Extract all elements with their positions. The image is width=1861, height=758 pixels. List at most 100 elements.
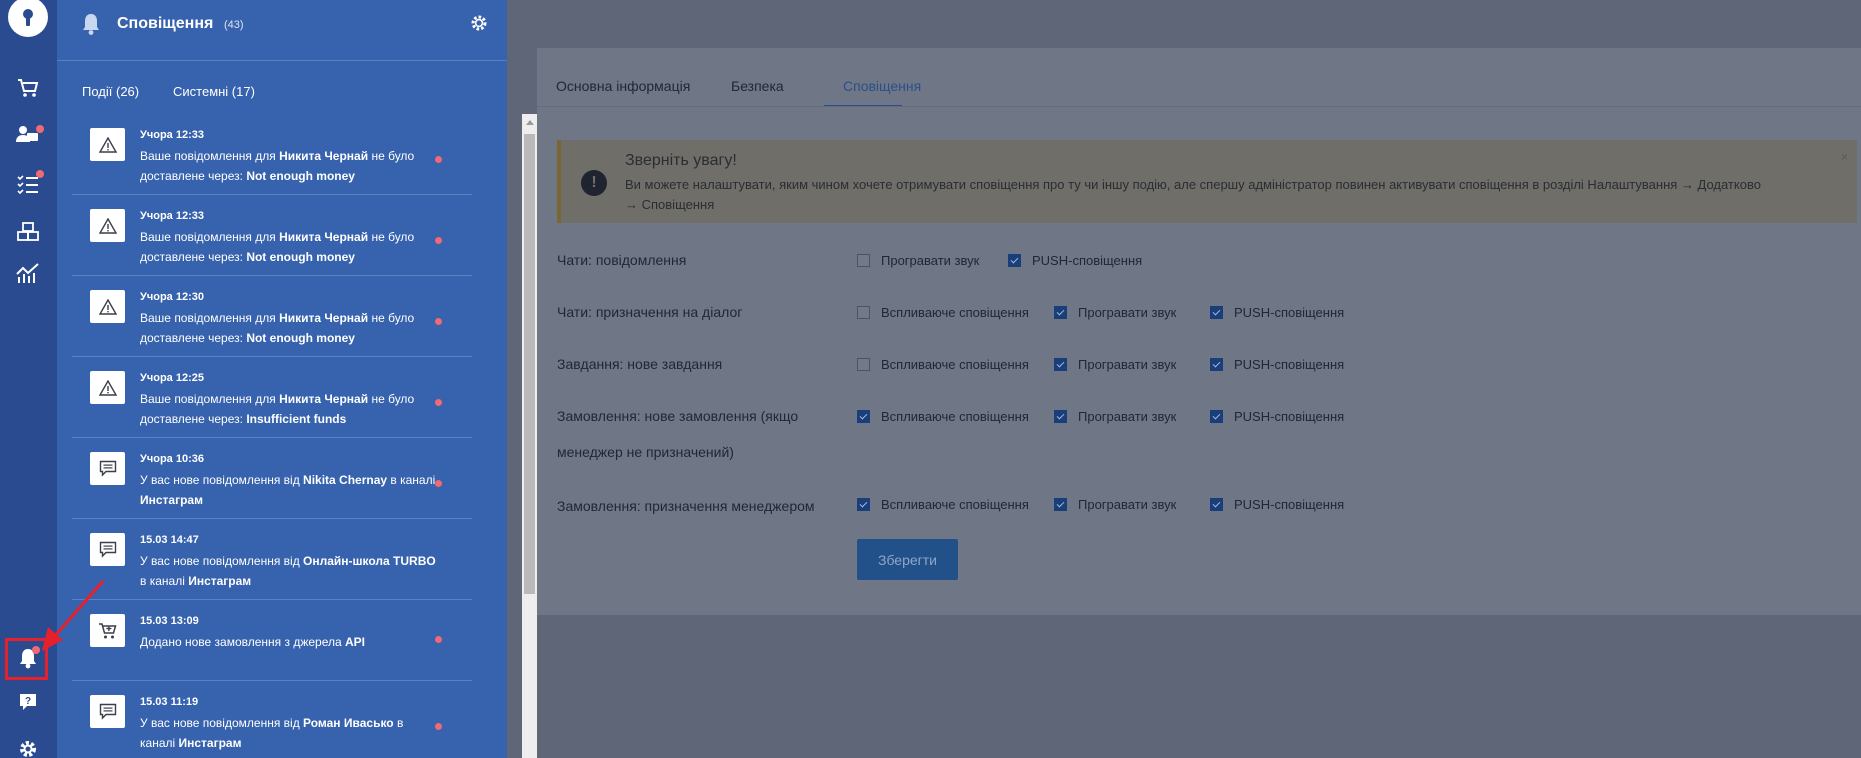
warning-icon-box [90, 371, 125, 404]
nav-warehouse[interactable] [10, 216, 46, 248]
svg-text:?: ? [25, 696, 31, 707]
warning-icon [98, 136, 117, 153]
nav-analytics[interactable] [10, 257, 46, 289]
notification-item[interactable]: Учора 12:30 Ваше повідомлення для Никита… [72, 276, 472, 357]
left-rail: ? [0, 0, 57, 758]
gear-icon[interactable] [470, 14, 488, 32]
option-new-order-push[interactable]: PUSH-сповіщення [1210, 409, 1344, 424]
notification-item[interactable]: Учора 12:33 Ваше повідомлення для Никита… [72, 114, 472, 195]
tab-events[interactable]: Події (26) [82, 84, 139, 99]
warning-icon [98, 379, 117, 396]
option-chat-messages-push[interactable]: PUSH-сповіщення [1008, 253, 1142, 268]
notification-time: Учора 12:33 [140, 210, 204, 222]
tasks-icon [17, 175, 38, 194]
notification-item[interactable]: 15.03 11:19 У вас нове повідомлення від … [72, 681, 472, 758]
option-new-task-sound[interactable]: Програвати звук [1054, 357, 1176, 372]
option-new-order-sound[interactable]: Програвати звук [1054, 409, 1176, 424]
notification-item[interactable]: Учора 12:25 Ваше повідомлення для Никита… [72, 357, 472, 438]
notification-list[interactable]: Учора 12:33 Ваше повідомлення для Никита… [72, 114, 472, 758]
unread-dot [435, 237, 442, 244]
contacts-unread-dot [36, 125, 44, 133]
close-icon[interactable]: × [1841, 150, 1848, 164]
option-chat-assign-push[interactable]: PUSH-сповіщення [1210, 305, 1344, 320]
scroll-up-arrow-icon[interactable] [526, 120, 534, 125]
notification-text: Ваше повідомлення для Никита Чернай не б… [140, 392, 415, 426]
message-icon [99, 703, 116, 720]
save-button[interactable]: Зберегти [857, 539, 958, 580]
notification-item[interactable]: 15.03 13:09 Додано нове замовлення з дже… [72, 600, 472, 681]
setting-label-order-manager: Замовлення: призначення менеджером [557, 498, 815, 514]
notification-item[interactable]: 15.03 14:47 У вас нове повідомлення від … [72, 519, 472, 600]
tab-basic-info[interactable]: Основна інформація [556, 78, 690, 94]
warning-icon [98, 298, 117, 315]
warning-icon-box [90, 290, 125, 323]
nav-contacts[interactable] [10, 119, 46, 151]
panel-title: Сповіщення [117, 15, 214, 32]
option-new-task-popup[interactable]: Вспливаюче сповіщення [857, 357, 1029, 372]
notification-item[interactable]: Учора 10:36 У вас нове повідомлення від … [72, 438, 472, 519]
notification-text: Ваше повідомлення для Никита Чернай не б… [140, 311, 415, 345]
checkbox-checked[interactable] [1054, 498, 1067, 511]
option-order-manager-push[interactable]: PUSH-сповіщення [1210, 497, 1344, 512]
setting-label-chat-messages: Чати: повідомлення [557, 252, 687, 268]
checkbox-checked[interactable] [1054, 306, 1067, 319]
profile-settings-card: Основна інформація Безпека Сповіщення ! … [537, 48, 1861, 615]
notification-time: Учора 10:36 [140, 453, 204, 465]
nav-tasks[interactable] [10, 168, 46, 200]
nav-help[interactable]: ? [10, 686, 46, 718]
message-icon [99, 541, 116, 558]
notification-text: Ваше повідомлення для Никита Чернай не б… [140, 149, 415, 183]
tab-security[interactable]: Безпека [731, 78, 784, 94]
notification-time: Учора 12:25 [140, 372, 204, 384]
cart-plus-icon-box [90, 614, 125, 647]
analytics-icon [16, 263, 39, 283]
notifications-panel: Сповіщення (43) Події (26) Системні (17)… [57, 0, 537, 758]
checkbox-checked[interactable] [1054, 358, 1067, 371]
notification-text: У вас нове повідомлення від Роман Иваськ… [140, 716, 404, 750]
boxes-icon [17, 222, 39, 241]
checkbox-checked[interactable] [1210, 498, 1223, 511]
checkbox[interactable] [857, 306, 870, 319]
notification-item[interactable]: Учора 12:33 Ваше повідомлення для Никита… [72, 195, 472, 276]
alert-title: Зверніть увагу! [625, 152, 737, 169]
settings-icon [20, 741, 36, 757]
tabs-divider [537, 106, 1861, 107]
message-icon-box [90, 452, 125, 485]
checkbox-checked[interactable] [1054, 410, 1067, 423]
scrollbar-thumb[interactable] [524, 134, 535, 594]
nav-settings[interactable] [10, 733, 46, 758]
checkbox-checked[interactable] [1210, 306, 1223, 319]
option-new-order-popup[interactable]: Вспливаюче сповіщення [857, 409, 1029, 424]
notification-text: Ваше повідомлення для Никита Чернай не б… [140, 230, 415, 264]
checkbox-checked[interactable] [857, 498, 870, 511]
alert-text: Ви можете налаштувати, яким чином хочете… [625, 177, 1761, 212]
logo-icon[interactable] [7, 0, 49, 38]
checkbox-checked[interactable] [1008, 254, 1021, 267]
option-order-manager-sound[interactable]: Програвати звук [1054, 497, 1176, 512]
notification-time: 15.03 14:47 [140, 534, 199, 546]
option-order-manager-popup[interactable]: Вспливаюче сповіщення [857, 497, 1029, 512]
setting-label-new-task: Завдання: нове завдання [557, 356, 723, 372]
checkbox-checked[interactable] [857, 410, 870, 423]
checkbox-checked[interactable] [1210, 358, 1223, 371]
tab-notifications[interactable]: Сповіщення [843, 78, 921, 94]
tasks-unread-dot [36, 170, 44, 178]
notification-text: У вас нове повідомлення від Nikita Chern… [140, 473, 436, 507]
nav-cart[interactable] [10, 72, 46, 104]
notification-scrollbar[interactable] [522, 114, 537, 758]
option-chat-assign-popup[interactable]: Вспливаюче сповіщення [857, 305, 1029, 320]
checkbox[interactable] [857, 358, 870, 371]
message-icon-box [90, 695, 125, 728]
warning-icon [98, 217, 117, 234]
tab-system[interactable]: Системні (17) [173, 84, 255, 99]
checkbox-checked[interactable] [1210, 410, 1223, 423]
notification-text: Додано нове замовлення з джерела API [140, 635, 366, 649]
panel-header: Сповіщення (43) [57, 0, 507, 61]
checkbox[interactable] [857, 254, 870, 267]
option-chat-messages-sound[interactable]: Програвати звук [857, 253, 979, 268]
notification-time: 15.03 11:19 [140, 696, 199, 708]
option-new-task-push[interactable]: PUSH-сповіщення [1210, 357, 1344, 372]
cart-plus-icon [98, 622, 116, 638]
help-icon: ? [20, 694, 36, 710]
option-chat-assign-sound[interactable]: Програвати звук [1054, 305, 1176, 320]
